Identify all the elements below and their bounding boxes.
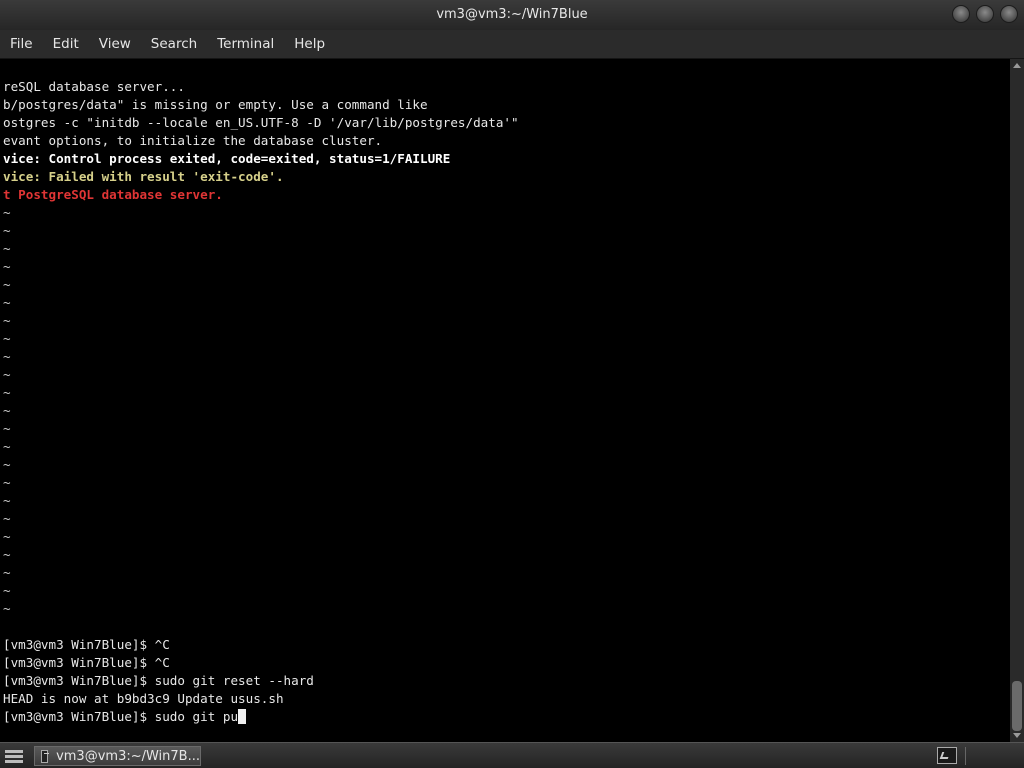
taskbar-window-label: vm3@vm3:~/Win7B... [56, 748, 200, 764]
tilde-line: ~ [3, 223, 11, 238]
window-title: vm3@vm3:~/Win7Blue [436, 7, 588, 22]
tilde-line: ~ [3, 475, 11, 490]
tilde-line: ~ [3, 439, 11, 454]
menu-view[interactable]: View [89, 30, 141, 58]
warning-line: vice: Failed with result 'exit-code'. [3, 169, 284, 184]
taskbar: vm3@vm3:~/Win7B... [0, 742, 1024, 768]
output-line: b/postgres/data" is missing or empty. Us… [3, 97, 428, 112]
taskbar-window-button[interactable]: vm3@vm3:~/Win7B... [34, 746, 201, 766]
command-line: [vm3@vm3 Win7Blue]$ ^C [3, 637, 170, 652]
command-line: [vm3@vm3 Win7Blue]$ sudo git reset --har… [3, 673, 314, 688]
output-line: ostgres -c "initdb --locale en_US.UTF-8 … [3, 115, 519, 130]
tilde-line: ~ [3, 403, 11, 418]
minimize-button[interactable] [952, 5, 970, 23]
scroll-up-arrow-icon[interactable] [1013, 63, 1021, 68]
tray-image-icon[interactable] [937, 747, 957, 764]
tilde-line: ~ [3, 295, 11, 310]
close-button[interactable] [1000, 5, 1018, 23]
text-cursor [238, 709, 247, 724]
tilde-line: ~ [3, 349, 11, 364]
scroll-down-arrow-icon[interactable] [1013, 733, 1021, 738]
menu-bar: File Edit View Search Terminal Help [0, 30, 1024, 59]
prompt-line[interactable]: [vm3@vm3 Win7Blue]$ sudo git pu [3, 708, 247, 726]
tilde-line: ~ [3, 259, 11, 274]
tray-divider [965, 747, 966, 765]
tilde-line: ~ [3, 205, 11, 220]
menu-help[interactable]: Help [284, 30, 335, 58]
vertical-scrollbar[interactable] [1010, 59, 1024, 742]
scrollbar-thumb[interactable] [1012, 681, 1022, 731]
terminal-area[interactable]: reSQL database server... b/postgres/data… [0, 59, 1010, 742]
tilde-line: ~ [3, 385, 11, 400]
tilde-line: ~ [3, 601, 11, 616]
window-controls [952, 5, 1018, 23]
tilde-line: ~ [3, 565, 11, 580]
tilde-line: ~ [3, 241, 11, 256]
terminal-icon [41, 749, 50, 763]
tilde-line: ~ [3, 331, 11, 346]
output-line: evant options, to initialize the databas… [3, 133, 383, 148]
output-line: reSQL database server... [3, 79, 185, 94]
error-line: vice: Control process exited, code=exite… [3, 151, 451, 166]
tilde-line: ~ [3, 277, 11, 292]
tilde-line: ~ [3, 583, 11, 598]
tilde-line: ~ [3, 493, 11, 508]
menu-file[interactable]: File [0, 30, 43, 58]
tilde-line: ~ [3, 313, 11, 328]
command-line: [vm3@vm3 Win7Blue]$ ^C [3, 655, 170, 670]
menu-terminal[interactable]: Terminal [207, 30, 284, 58]
tilde-line: ~ [3, 367, 11, 382]
menu-edit[interactable]: Edit [43, 30, 89, 58]
menu-search[interactable]: Search [141, 30, 207, 58]
failure-line: t PostgreSQL database server. [3, 187, 223, 202]
tilde-line: ~ [3, 547, 11, 562]
tilde-line: ~ [3, 511, 11, 526]
tilde-line: ~ [3, 529, 11, 544]
show-desktop-icon[interactable] [3, 747, 25, 765]
title-bar[interactable]: vm3@vm3:~/Win7Blue [0, 0, 1024, 30]
tilde-line: ~ [3, 457, 11, 472]
tilde-line: ~ [3, 421, 11, 436]
command-output-line: HEAD is now at b9bd3c9 Update usus.sh [3, 691, 284, 706]
maximize-button[interactable] [976, 5, 994, 23]
prompt-input-text: [vm3@vm3 Win7Blue]$ sudo git pu [3, 709, 239, 724]
